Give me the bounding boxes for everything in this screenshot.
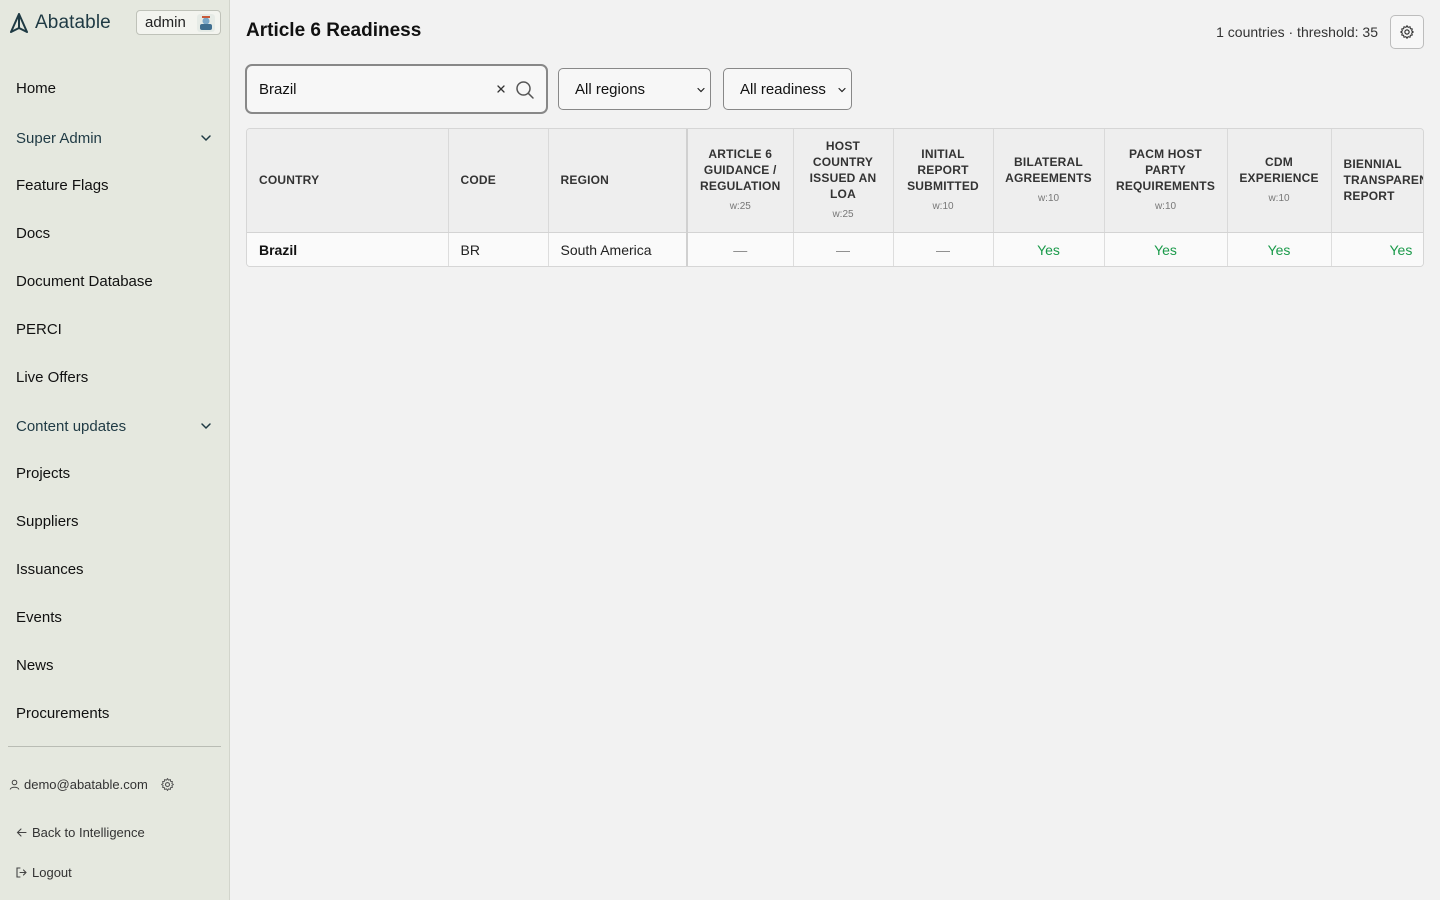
column-header-pacm-host-party[interactable]: PACM Host Party Requirements w:10 — [1104, 129, 1228, 233]
cell-value: — — [893, 232, 994, 266]
sidebar-item-suppliers[interactable]: Suppliers — [16, 497, 213, 545]
region-select[interactable]: All regions — [558, 68, 711, 110]
column-header-code[interactable]: Code — [448, 129, 549, 233]
logout-icon — [16, 866, 27, 878]
gear-icon — [1400, 25, 1414, 39]
search-field[interactable] — [245, 64, 548, 114]
main-content: Article 6 Readiness 1 countries · thresh… — [230, 0, 1440, 900]
settings-button[interactable] — [1390, 15, 1424, 49]
sidebar-item-feature-flags[interactable]: Feature Flags — [16, 161, 213, 209]
column-weight: w:25 — [832, 208, 854, 220]
cell-country[interactable]: Brazil — [247, 232, 449, 266]
avatar-icon — [197, 14, 215, 32]
sidebar-section-content-updates[interactable]: Content updates — [16, 402, 213, 450]
sidebar-item-document-database[interactable]: Document Database — [16, 257, 213, 305]
sidebar-item-home[interactable]: Home — [16, 64, 213, 112]
back-to-intelligence-link[interactable]: Back to Intelligence — [16, 822, 145, 842]
readiness-select-value: All readiness — [740, 80, 826, 98]
cell-value: — — [686, 232, 794, 266]
readiness-select[interactable]: All readiness — [723, 68, 852, 110]
column-header-article6-guidance[interactable]: Article 6 Guidance / Regulation w:25 — [686, 129, 794, 233]
column-header-region[interactable]: Region — [548, 129, 688, 233]
sidebar-divider — [8, 746, 221, 747]
logo[interactable]: Abatable — [8, 10, 111, 36]
chevron-down-icon — [201, 135, 211, 142]
chevron-down-icon — [201, 423, 211, 430]
abatable-logo-icon — [10, 13, 28, 33]
brand-name: Abatable — [35, 12, 111, 33]
table-row[interactable]: Brazil BR South America — — — Yes Yes Ye… — [247, 232, 1423, 266]
search-input[interactable] — [259, 78, 479, 100]
cell-region: South America — [548, 232, 688, 266]
sidebar-item-docs[interactable]: Docs — [16, 209, 213, 257]
sidebar: Abatable admin Home Super Admin Feature … — [0, 0, 230, 900]
page-title: Article 6 Readiness — [246, 20, 422, 41]
column-header-bilateral-agreements[interactable]: Bilateral Agreements w:10 — [993, 129, 1105, 233]
user-icon — [9, 779, 20, 790]
arrow-left-icon — [16, 827, 27, 837]
cell-value: — — [793, 232, 894, 266]
user-email: demo@abatable.com — [24, 776, 148, 792]
role-badge-label: admin — [145, 14, 186, 31]
cell-value: Yes — [993, 232, 1105, 266]
sidebar-item-events[interactable]: Events — [16, 593, 213, 641]
column-header-cdm-experience[interactable]: CDM Experience w:10 — [1227, 129, 1332, 233]
sidebar-item-news[interactable]: News — [16, 641, 213, 689]
readiness-table-container[interactable]: Country Code Region Article 6 Guidance /… — [246, 128, 1424, 267]
clear-icon[interactable] — [495, 83, 507, 95]
sidebar-item-projects[interactable]: Projects — [16, 449, 213, 497]
role-badge[interactable]: admin — [136, 10, 221, 35]
brand-row: Abatable admin — [8, 10, 222, 38]
sidebar-section-super-admin[interactable]: Super Admin — [16, 114, 213, 162]
column-header-country[interactable]: Country — [247, 129, 449, 233]
cell-value: Yes — [1331, 232, 1423, 266]
cell-value: Yes — [1104, 232, 1228, 266]
column-header-initial-report[interactable]: Initial Report Submitted w:10 — [893, 129, 994, 233]
logout-link[interactable]: Logout — [16, 862, 72, 882]
cell-code: BR — [448, 232, 549, 266]
cell-value: Yes — [1227, 232, 1332, 266]
column-weight: w:10 — [1268, 192, 1290, 204]
chevron-down-icon — [838, 87, 846, 93]
column-header-host-country-loa[interactable]: Host Country Issued an LoA w:25 — [793, 129, 894, 233]
sidebar-item-procurements[interactable]: Procurements — [16, 689, 213, 737]
column-header-biennial-transparency-report[interactable]: Biennial Transparency Report — [1331, 129, 1423, 233]
sidebar-item-perci[interactable]: PERCI — [16, 305, 213, 353]
column-weight: w:10 — [932, 200, 954, 212]
chevron-down-icon — [697, 87, 705, 93]
readiness-table: Country Code Region Article 6 Guidance /… — [247, 129, 1423, 266]
sidebar-item-live-offers[interactable]: Live Offers — [16, 353, 213, 401]
column-weight: w:25 — [729, 200, 751, 212]
results-summary: 1 countries · threshold: 35 — [1216, 24, 1378, 40]
region-select-value: All regions — [575, 80, 646, 98]
column-weight: w:10 — [1154, 200, 1177, 212]
search-icon[interactable] — [515, 80, 535, 100]
user-row: demo@abatable.com — [9, 773, 179, 795]
gear-icon[interactable] — [160, 777, 175, 792]
table-header-row: Country Code Region Article 6 Guidance /… — [247, 129, 1423, 233]
column-weight: w:10 — [1037, 192, 1060, 204]
sidebar-item-issuances[interactable]: Issuances — [16, 545, 213, 593]
